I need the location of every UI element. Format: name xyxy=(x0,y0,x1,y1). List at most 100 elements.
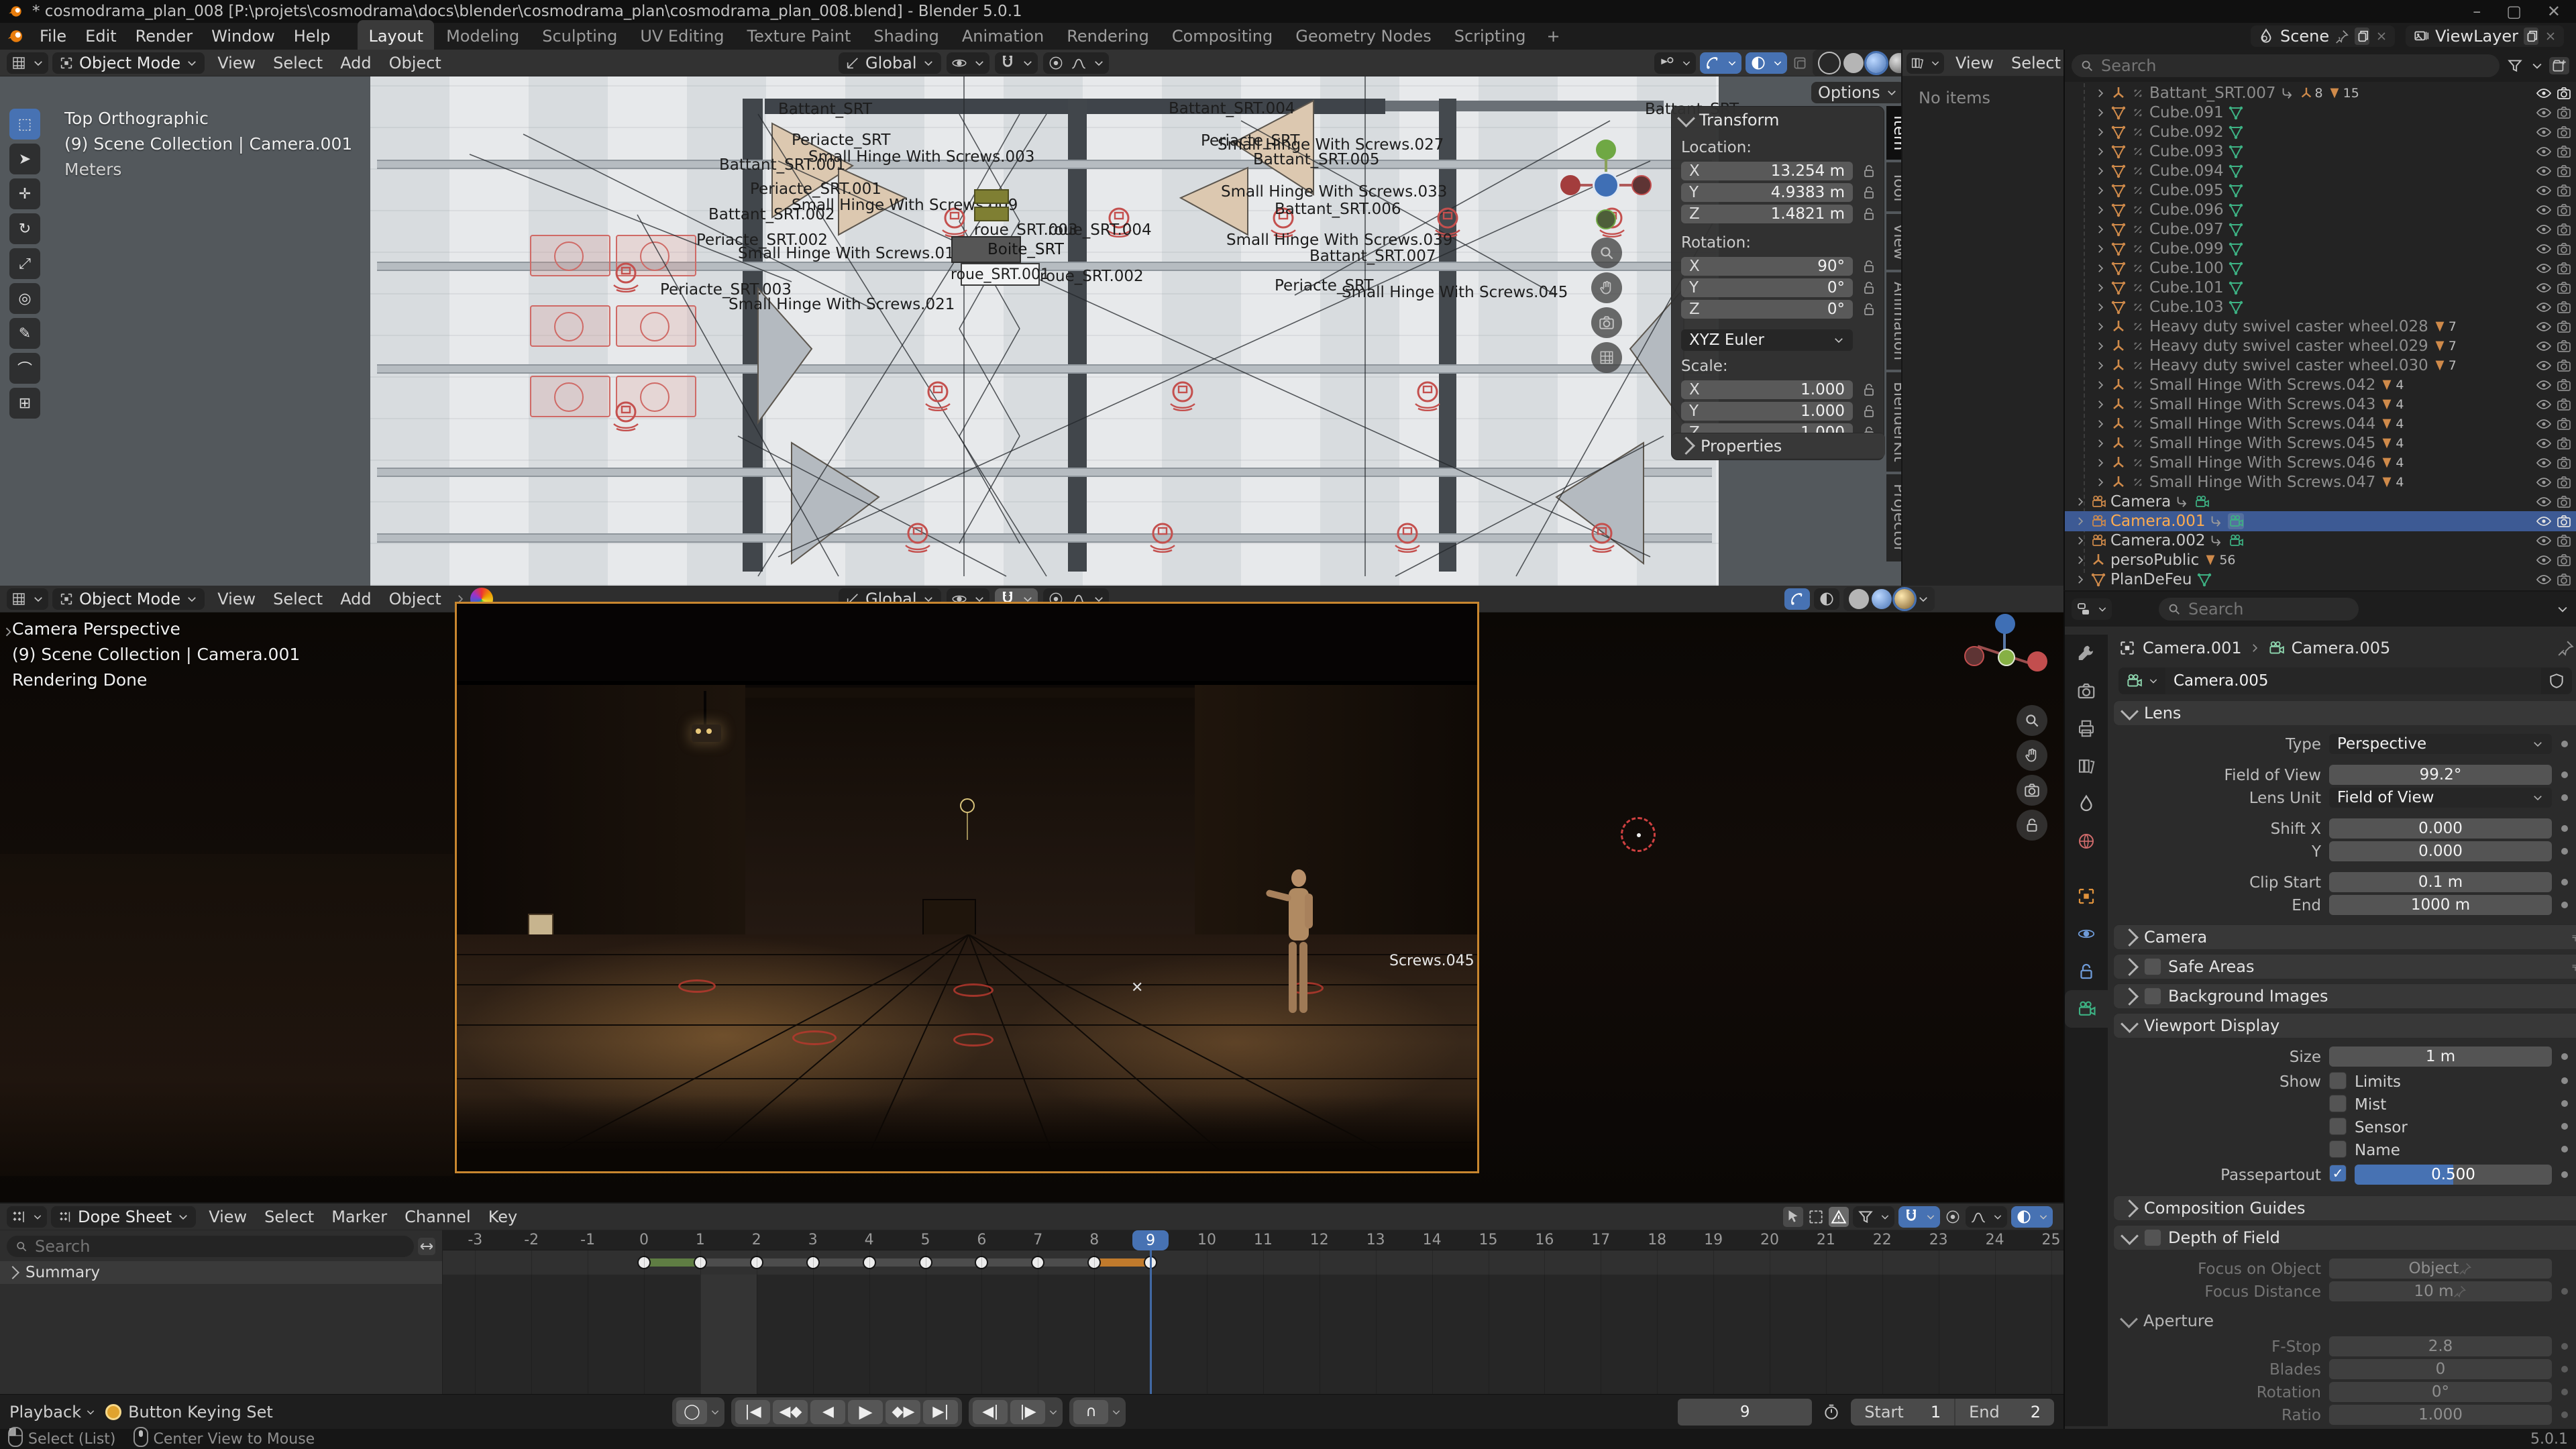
transform-orientation[interactable]: Global xyxy=(839,52,941,74)
animate-dot[interactable] xyxy=(2561,848,2568,855)
transform-location-x[interactable]: X 13.254 m xyxy=(1681,162,1853,180)
transform-location-z[interactable]: Z 1.4821 m xyxy=(1681,205,1853,223)
outliner-row[interactable]: Small Hinge With Screws.044 4 xyxy=(2065,414,2576,434)
properties-tab-render[interactable] xyxy=(2065,672,2108,710)
falloff-button[interactable] xyxy=(1966,1205,2007,1228)
view-layer-selector[interactable]: ViewLayer xyxy=(2406,25,2564,47)
field-lens-unit[interactable]: Field of View xyxy=(2329,788,2552,808)
menu-edit[interactable]: Edit xyxy=(76,25,125,48)
rotation-mode-dropdown[interactable]: XYZ Euler xyxy=(1681,329,1853,351)
disable-render-icon[interactable] xyxy=(2556,513,2572,529)
hide-viewport-icon[interactable] xyxy=(2536,533,2552,549)
sidebar-tab-animation[interactable]: Animation xyxy=(1886,272,1901,370)
properties-subpanel[interactable]: Properties xyxy=(1672,433,1885,458)
panel-header-lens[interactable]: Lens⠿ xyxy=(2113,700,2576,726)
hide-viewport-icon[interactable] xyxy=(2536,241,2552,257)
disable-render-icon[interactable] xyxy=(2556,85,2572,101)
end-frame-field[interactable]: End 2 xyxy=(1955,1399,2054,1426)
properties-tab-output[interactable] xyxy=(2065,710,2108,747)
maximize-button[interactable]: ▢ xyxy=(2498,0,2530,23)
transform-scale-x[interactable]: X 1.000 xyxy=(1681,380,1853,399)
overlays-toggle[interactable] xyxy=(1746,52,1787,74)
panel-checkbox[interactable] xyxy=(2144,1229,2161,1246)
proportional-editing[interactable] xyxy=(1042,52,1109,74)
field-shift-x[interactable]: 0.000 xyxy=(2329,818,2552,839)
field-end[interactable]: 1000 m xyxy=(2329,895,2552,915)
shading-material-button[interactable] xyxy=(1864,51,1888,75)
field-focus-distance[interactable]: 10 m xyxy=(2329,1281,2552,1301)
collapse-icon[interactable] xyxy=(1677,109,1695,127)
workspace-tab-uv-editing[interactable]: UV Editing xyxy=(629,20,735,52)
camera-view-button[interactable] xyxy=(2017,775,2047,806)
snap-toggle[interactable] xyxy=(994,52,1038,74)
animate-dot[interactable] xyxy=(2561,1389,2568,1395)
properties-tab-world[interactable] xyxy=(2065,822,2108,860)
pivot-point-button[interactable] xyxy=(946,52,989,74)
select-tool-icon[interactable] xyxy=(1783,1206,1803,1227)
add-workspace-button[interactable]: + xyxy=(1538,25,1568,48)
camera-frame[interactable]: ✕ Screws.045 xyxy=(455,602,1479,1173)
lock-icon[interactable] xyxy=(1861,206,1877,222)
panel-checkbox[interactable] xyxy=(2144,987,2161,1005)
sidebar-tab-tool[interactable]: Tool xyxy=(1886,162,1901,212)
outliner-row[interactable]: Cube.103 xyxy=(2065,297,2576,317)
filter-button[interactable] xyxy=(1853,1205,1894,1228)
hide-viewport-icon[interactable] xyxy=(2536,474,2552,490)
disable-render-icon[interactable] xyxy=(2556,494,2572,510)
field-focus-on-object[interactable]: Object xyxy=(2329,1258,2552,1279)
animate-dot[interactable] xyxy=(2561,879,2568,885)
menu-select[interactable]: Select xyxy=(2002,52,2070,74)
lock-icon[interactable] xyxy=(1861,301,1877,317)
workspace-tab-rendering[interactable]: Rendering xyxy=(1056,20,1160,52)
lock-view-button[interactable] xyxy=(2017,810,2047,841)
properties-search-input[interactable] xyxy=(2187,599,2351,619)
outliner-row[interactable]: Small Hinge With Screws.047 4 xyxy=(2065,472,2576,492)
datablock-name-field[interactable]: Camera.005 xyxy=(2165,667,2541,694)
hide-viewport-icon[interactable] xyxy=(2536,435,2552,451)
hide-viewport-icon[interactable] xyxy=(2536,85,2552,101)
disable-render-icon[interactable] xyxy=(2556,416,2572,432)
disable-render-icon[interactable] xyxy=(2556,163,2572,179)
outliner-row[interactable]: persoPublic 56 xyxy=(2065,550,2576,570)
shading-solid-button[interactable] xyxy=(1843,53,1864,73)
pin-icon[interactable] xyxy=(2334,28,2349,45)
keyframe-area[interactable]: -7-6-5-4-3-2-101234567891011121314151617… xyxy=(443,1230,2063,1395)
minimize-button[interactable]: – xyxy=(2464,0,2489,23)
mannequin-figure[interactable] xyxy=(1265,869,1320,1032)
filter-icon[interactable] xyxy=(2505,57,2525,74)
hide-viewport-icon[interactable] xyxy=(2536,396,2552,413)
plan-name-edit-box[interactable]: roue_SRT.001 xyxy=(951,263,1050,286)
disable-render-icon[interactable] xyxy=(2556,455,2572,471)
menu-object[interactable]: Object xyxy=(380,52,450,74)
workspace-tab-animation[interactable]: Animation xyxy=(951,20,1055,52)
new-collection-icon[interactable] xyxy=(2549,57,2569,74)
prev-keyframe-button[interactable]: ◀◆ xyxy=(773,1399,808,1424)
hide-viewport-icon[interactable] xyxy=(2536,280,2552,296)
animate-dot[interactable] xyxy=(2561,771,2568,778)
zoom-button[interactable] xyxy=(2017,705,2047,736)
outliner-row[interactable]: Battant_SRT.007 8 15 xyxy=(2065,83,2576,103)
animate-dot[interactable] xyxy=(2561,1146,2568,1152)
lock-icon[interactable] xyxy=(1861,163,1877,179)
outliner-row[interactable]: Cube.096 xyxy=(2065,200,2576,220)
workspace-tab-scripting[interactable]: Scripting xyxy=(1444,20,1537,52)
loop-button[interactable]: ∩ xyxy=(1073,1399,1109,1424)
animate-dot[interactable] xyxy=(2561,1053,2568,1060)
shading-rendered-button[interactable] xyxy=(1889,53,1901,73)
checkbox-limits[interactable] xyxy=(2329,1072,2347,1089)
pin-icon[interactable] xyxy=(2557,639,2575,657)
panel-header-viewport-display[interactable]: Viewport Display⠿ xyxy=(2113,1013,2576,1038)
xray-toggle[interactable] xyxy=(1791,54,1809,72)
workspace-tab-compositing[interactable]: Compositing xyxy=(1161,20,1283,52)
breadcrumb-data[interactable]: Camera.005 xyxy=(2292,639,2391,657)
hide-viewport-icon[interactable] xyxy=(2536,455,2552,471)
zoom-button[interactable] xyxy=(1591,237,1622,268)
camera-view-button[interactable] xyxy=(1591,307,1622,338)
gizmos-toggle[interactable] xyxy=(1700,52,1741,74)
properties-tab-physics[interactable] xyxy=(2065,915,2108,953)
disable-render-icon[interactable] xyxy=(2556,396,2572,413)
overlays-toggle[interactable] xyxy=(2011,1205,2053,1228)
outliner-row[interactable]: Heavy duty swivel caster wheel.028 7 xyxy=(2065,317,2576,337)
menu-view[interactable]: View xyxy=(200,1205,256,1228)
transform-location-y[interactable]: Y 4.9383 m xyxy=(1681,183,1853,202)
